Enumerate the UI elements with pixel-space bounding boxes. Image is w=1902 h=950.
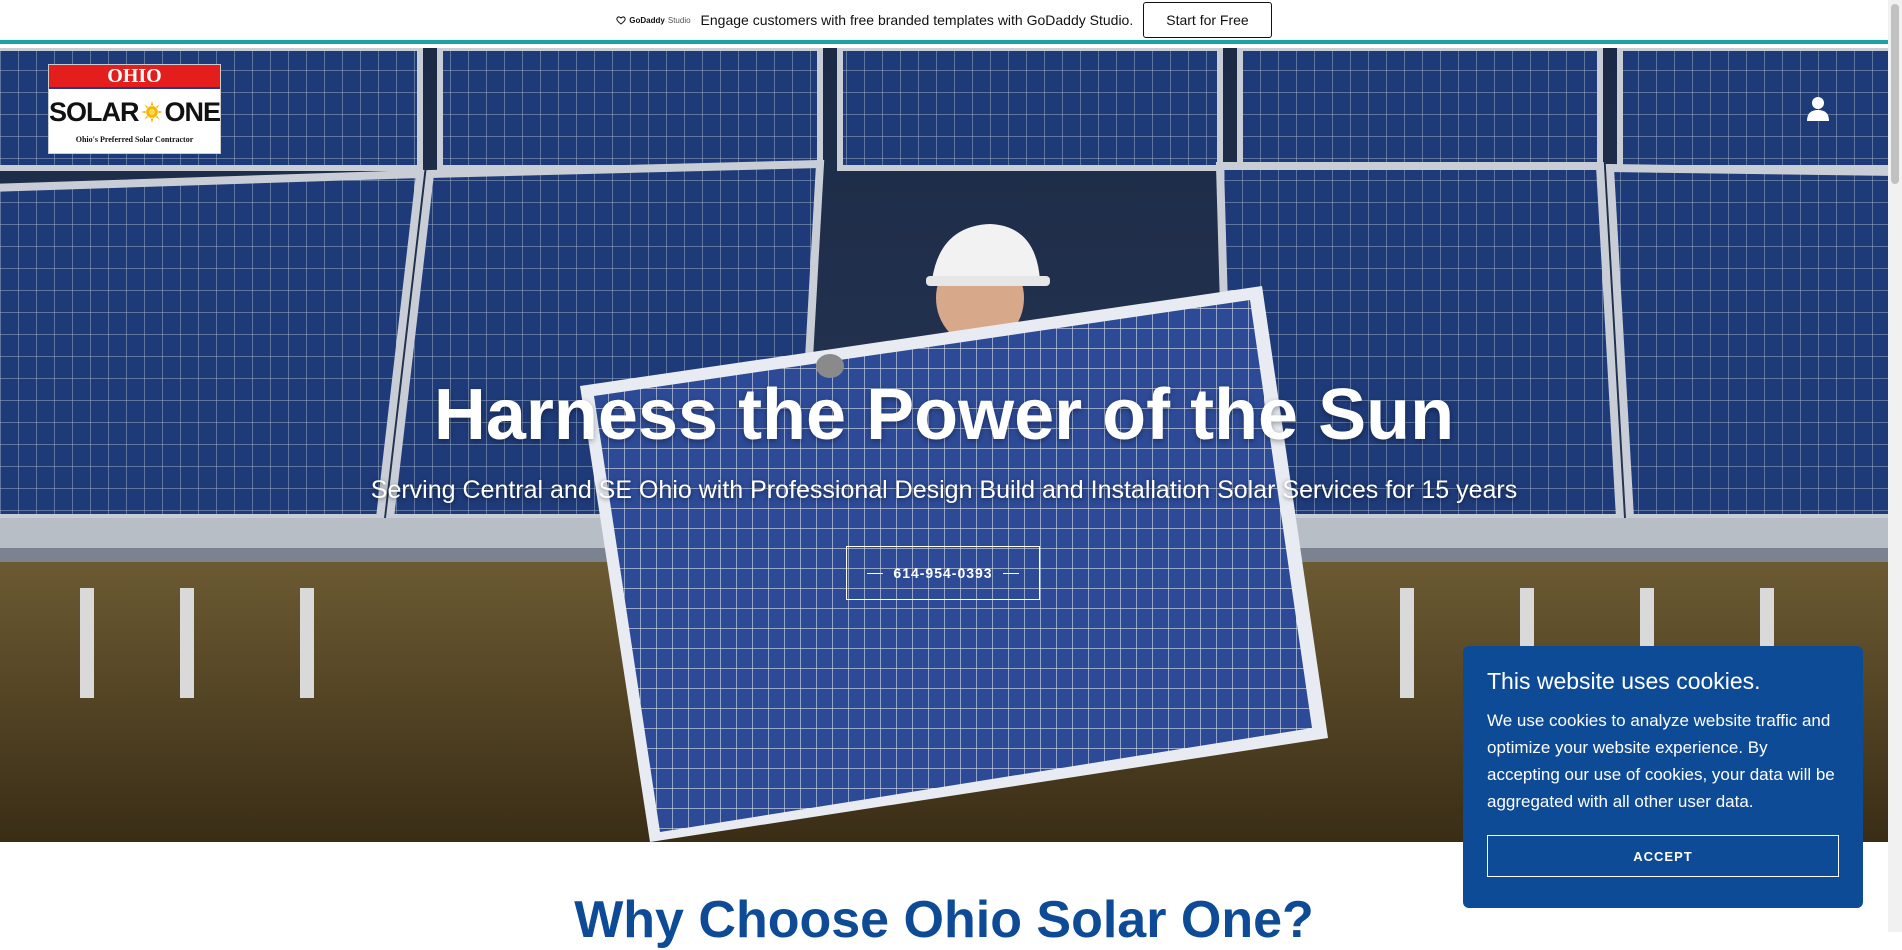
logo-ohio-text: OHIO — [49, 65, 220, 87]
cookie-body: We use cookies to analyze website traffi… — [1487, 711, 1835, 811]
godaddy-logo-icon: GoDaddy Studio — [616, 15, 691, 25]
cookie-banner: This website uses cookies. We use cookie… — [1463, 646, 1863, 908]
logo-wordmark: SOLAR ONE — [49, 89, 221, 135]
scrollbar[interactable] — [1888, 0, 1902, 932]
start-for-free-button[interactable]: Start for Free — [1143, 2, 1272, 38]
godaddy-logo-text: GoDaddy — [629, 15, 665, 25]
phone-button[interactable]: 614-954-0393 — [846, 546, 1040, 600]
cookie-title: This website uses cookies. — [1487, 668, 1761, 694]
godaddy-logo-sub: Studio — [667, 15, 691, 25]
promo-text: Engage customers with free branded templ… — [700, 12, 1134, 28]
site-logo[interactable]: OHIO SOLAR ONE Ohio's Preferred Solar Co… — [48, 64, 221, 154]
phone-button-dash-right — [1002, 572, 1019, 574]
phone-number: 614-954-0393 — [893, 565, 993, 581]
accept-button[interactable]: ACCEPT — [1487, 835, 1839, 877]
sun-icon — [140, 101, 163, 123]
logo-tagline: Ohio's Preferred Solar Contractor — [75, 135, 194, 144]
logo-solar-text: SOLAR — [49, 96, 139, 127]
hero-title: Harness the Power of the Sun — [433, 375, 1455, 455]
promo-banner: GoDaddy Studio Engage customers with fre… — [0, 0, 1888, 44]
scrollbar-thumb[interactable] — [1891, 4, 1899, 184]
logo-one-text: ONE — [164, 96, 221, 127]
phone-button-dash-left — [867, 572, 884, 574]
user-icon[interactable] — [1806, 96, 1830, 122]
hero-subtitle: Serving Central and SE Ohio with Profess… — [370, 476, 1518, 504]
